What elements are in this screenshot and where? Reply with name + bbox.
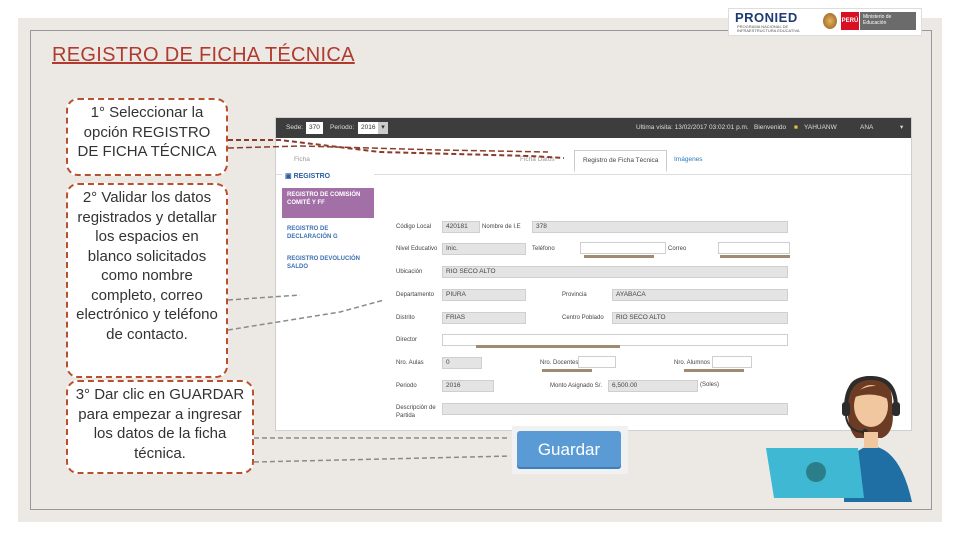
callout-step-2: 2° Validar los datos registrados y detal… bbox=[66, 183, 228, 378]
leader-2b bbox=[227, 299, 385, 331]
callout-step-1: 1° Seleccionar la opción REGISTRO DE FIC… bbox=[66, 98, 228, 176]
callout-step-3: 3° Dar clic en GUARDAR para empezar a in… bbox=[66, 380, 254, 474]
leader-2a bbox=[227, 294, 301, 301]
leader-3b bbox=[253, 455, 511, 463]
leader-1 bbox=[228, 139, 565, 159]
support-agent-illustration bbox=[766, 375, 912, 502]
leader-1b bbox=[227, 145, 549, 153]
